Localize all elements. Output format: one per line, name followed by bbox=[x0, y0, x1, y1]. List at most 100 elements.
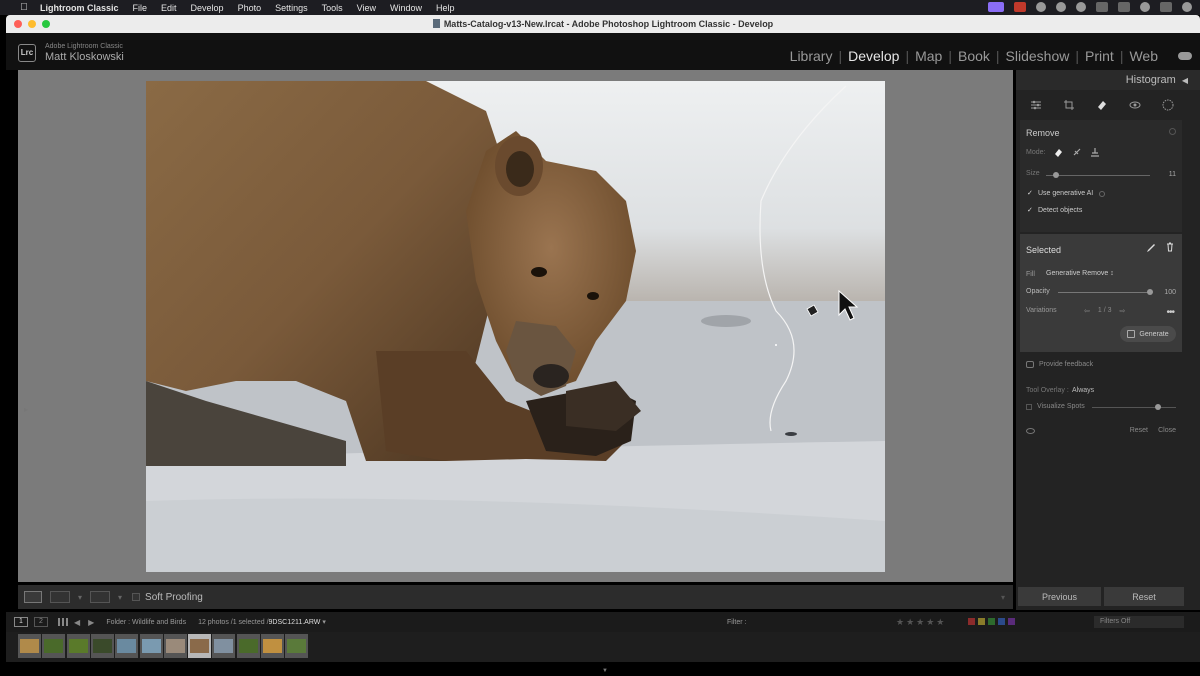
image-canvas[interactable]: ▸ bbox=[18, 70, 1013, 582]
menu-file[interactable]: File bbox=[133, 3, 148, 13]
sync-icon[interactable] bbox=[1056, 2, 1066, 12]
provide-feedback-link[interactable]: Provide feedback bbox=[1026, 361, 1093, 368]
menu-photo[interactable]: Photo bbox=[238, 3, 262, 13]
filmstrip-thumbnail[interactable] bbox=[285, 634, 309, 658]
wifi-icon[interactable] bbox=[1118, 2, 1130, 12]
gen-ai-info-icon[interactable] bbox=[1099, 190, 1106, 197]
edit-sliders-icon[interactable] bbox=[1030, 99, 1042, 111]
spotlight-icon[interactable] bbox=[1140, 2, 1150, 12]
use-gen-ai-checkbox[interactable]: ✓ bbox=[1027, 190, 1034, 197]
tool-overlay-dropdown[interactable]: Always bbox=[1072, 387, 1094, 394]
before-after-button[interactable] bbox=[50, 591, 70, 603]
menu-window[interactable]: Window bbox=[390, 3, 422, 13]
soft-proofing-checkbox[interactable] bbox=[132, 593, 141, 601]
screen-record-icon[interactable] bbox=[988, 2, 1004, 12]
remove-mode-icon[interactable] bbox=[1054, 147, 1064, 157]
reset-button[interactable]: Reset bbox=[1104, 587, 1184, 606]
histogram-header[interactable]: Histogram ◀ bbox=[1016, 70, 1200, 90]
filmstrip-thumbnail[interactable] bbox=[236, 634, 260, 658]
module-map[interactable]: Map bbox=[909, 48, 948, 64]
reset-link[interactable]: Reset bbox=[1130, 427, 1148, 434]
toolbar-menu-icon[interactable]: ▾ bbox=[1001, 593, 1005, 602]
forward-arrow-icon[interactable]: ▶ bbox=[88, 618, 94, 627]
purple-label-filter[interactable] bbox=[1008, 618, 1015, 625]
blue-label-filter[interactable] bbox=[998, 618, 1005, 625]
heal-mode-icon[interactable] bbox=[1072, 147, 1082, 157]
crop-icon[interactable] bbox=[1063, 99, 1075, 111]
size-slider-knob[interactable] bbox=[1053, 172, 1060, 178]
eye-icon[interactable] bbox=[1026, 428, 1035, 434]
menu-settings[interactable]: Settings bbox=[275, 3, 308, 13]
next-variation-icon[interactable]: ⇨ bbox=[1120, 307, 1126, 315]
visualize-spots-slider[interactable] bbox=[1092, 404, 1176, 410]
module-web[interactable]: Web bbox=[1123, 48, 1164, 64]
clock-icon[interactable] bbox=[1076, 2, 1086, 12]
opacity-value[interactable]: 100 bbox=[1164, 289, 1176, 296]
menu-develop[interactable]: Develop bbox=[191, 3, 224, 13]
filmstrip-thumbnail[interactable] bbox=[18, 634, 41, 658]
filmstrip-thumbnail[interactable] bbox=[66, 634, 90, 658]
visualize-slider-knob[interactable] bbox=[1154, 404, 1161, 410]
module-print[interactable]: Print bbox=[1079, 48, 1120, 64]
filmstrip-thumbnail[interactable] bbox=[261, 634, 284, 658]
filter-presets-dropdown[interactable]: Filters Off bbox=[1094, 616, 1184, 628]
cloud-sync-icon[interactable] bbox=[1178, 52, 1192, 60]
menu-help[interactable]: Help bbox=[436, 3, 455, 13]
menu-edit[interactable]: Edit bbox=[161, 3, 177, 13]
trash-icon[interactable] bbox=[1165, 242, 1175, 252]
back-arrow-icon[interactable]: ◀ bbox=[74, 618, 80, 627]
module-library[interactable]: Library bbox=[784, 48, 839, 64]
filmstrip-thumbnail[interactable] bbox=[90, 634, 114, 658]
menu-app-name[interactable]: Lightroom Classic bbox=[40, 3, 119, 13]
yellow-label-filter[interactable] bbox=[978, 618, 985, 625]
module-book[interactable]: Book bbox=[952, 48, 996, 64]
before-after-dropdown-icon[interactable]: ▾ bbox=[78, 593, 82, 602]
creative-cloud-icon[interactable] bbox=[1036, 2, 1046, 12]
left-panel-toggle-icon[interactable]: ▸ bbox=[24, 405, 30, 415]
opacity-slider[interactable] bbox=[1058, 289, 1153, 295]
info-icon[interactable] bbox=[1169, 128, 1176, 135]
grid-view-icon[interactable] bbox=[58, 618, 68, 626]
loupe-view-button[interactable] bbox=[24, 591, 42, 603]
previous-button[interactable]: Previous bbox=[1018, 587, 1101, 606]
apple-menu-icon[interactable]:  bbox=[18, 2, 30, 13]
rating-filter[interactable]: ★★★★★ bbox=[896, 617, 946, 628]
module-slideshow[interactable]: Slideshow bbox=[1000, 48, 1076, 64]
red-label-filter[interactable] bbox=[968, 618, 975, 625]
filmstrip-thumbnail[interactable] bbox=[42, 634, 66, 658]
filmstrip-thumbnail[interactable] bbox=[115, 634, 139, 658]
module-develop[interactable]: Develop bbox=[842, 48, 905, 64]
compare-dropdown-icon[interactable]: ▾ bbox=[118, 593, 122, 602]
collapse-triangle-icon[interactable]: ◀ bbox=[1182, 76, 1188, 85]
photo-preview[interactable] bbox=[146, 81, 885, 572]
visualize-spots-row[interactable]: Visualize Spots bbox=[1026, 403, 1085, 410]
compare-yy-button[interactable] bbox=[90, 591, 111, 603]
clone-mode-icon[interactable] bbox=[1090, 147, 1100, 157]
close-link[interactable]: Close bbox=[1158, 427, 1176, 434]
generate-button[interactable]: Generate bbox=[1120, 326, 1176, 342]
monitor-1-button[interactable]: 1 bbox=[14, 617, 28, 627]
app-status-icon[interactable] bbox=[1014, 2, 1026, 12]
prev-variation-icon[interactable]: ⇦ bbox=[1084, 307, 1090, 315]
menu-tools[interactable]: Tools bbox=[322, 3, 343, 13]
menu-view[interactable]: View bbox=[357, 3, 376, 13]
opacity-slider-knob[interactable] bbox=[1147, 289, 1153, 295]
siri-icon[interactable] bbox=[1182, 2, 1192, 12]
filmstrip-toggle-icon[interactable]: ▼ bbox=[602, 668, 608, 674]
masking-icon[interactable] bbox=[1162, 99, 1174, 111]
filmstrip-thumbnail[interactable] bbox=[139, 634, 163, 658]
filmstrip-thumbnail[interactable] bbox=[212, 634, 236, 658]
filmstrip-thumbnail[interactable] bbox=[188, 634, 212, 658]
use-gen-ai-row[interactable]: ✓ Use generative AI bbox=[1027, 190, 1106, 197]
remove-eraser-icon[interactable] bbox=[1096, 99, 1108, 111]
visualize-spots-checkbox[interactable] bbox=[1026, 403, 1032, 410]
control-center-icon[interactable] bbox=[1160, 2, 1172, 12]
red-eye-icon[interactable] bbox=[1129, 99, 1141, 111]
more-options-icon[interactable]: ••• bbox=[1166, 307, 1174, 318]
filmstrip-thumbnail[interactable] bbox=[163, 634, 187, 658]
detect-objects-row[interactable]: ✓ Detect objects bbox=[1027, 207, 1082, 214]
size-value[interactable]: 11 bbox=[1169, 171, 1176, 178]
monitor-2-button[interactable]: 2 bbox=[34, 617, 48, 627]
controls-icon[interactable] bbox=[1096, 2, 1108, 12]
brush-icon[interactable] bbox=[1146, 243, 1156, 253]
